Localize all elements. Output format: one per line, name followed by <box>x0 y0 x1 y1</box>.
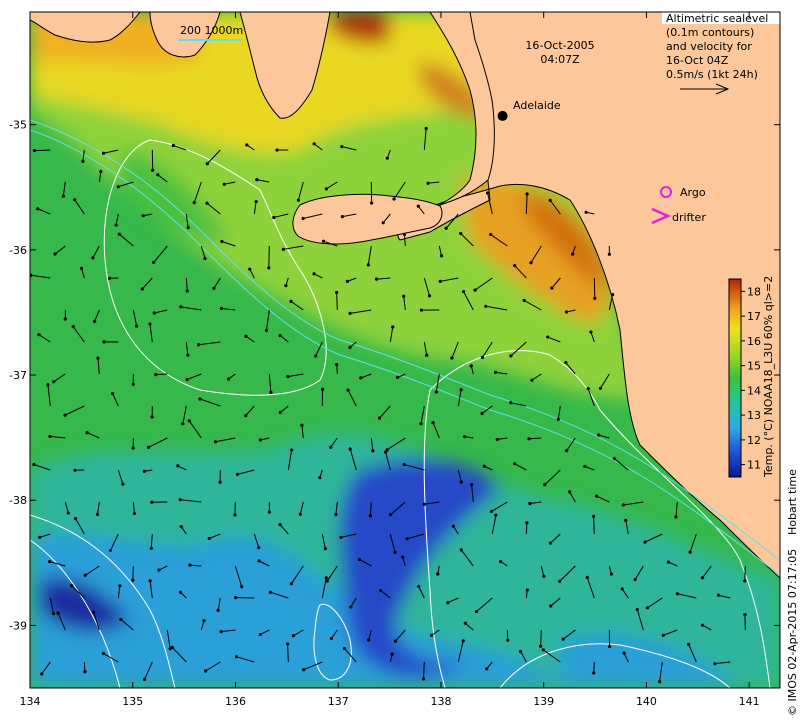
legend-line-2: (0.1m contours) <box>666 26 754 39</box>
argo-label: Argo <box>680 186 706 199</box>
colorbar-gradient <box>728 278 742 478</box>
colorbar-tick-label: 11 <box>747 459 761 472</box>
y-tick-label: -35 <box>9 119 27 132</box>
x-tick-label: 141 <box>739 695 760 708</box>
y-tick-label: -36 <box>9 244 27 257</box>
y-tick-label: -37 <box>9 369 27 382</box>
legend-line-3: and velocity for <box>666 40 752 53</box>
colorbar-tick-label: 14 <box>747 384 761 397</box>
legend-line-5: 0.5m/s (1kt 24h) <box>666 68 758 81</box>
date-label: 16-Oct-2005 <box>525 39 594 52</box>
x-tick-label: 139 <box>533 695 554 708</box>
city-marker <box>497 110 508 121</box>
x-tick-label: 137 <box>328 695 349 708</box>
colorbar-tick-label: 13 <box>747 409 761 422</box>
scale-label: 200 1000m <box>180 24 243 37</box>
credit-text: © IMOS 02-Apr-2015 07:17:05 <box>786 549 799 716</box>
y-tick-label: -39 <box>9 619 27 632</box>
x-tick-label: 134 <box>20 695 41 708</box>
sst-map-figure: 200 1000m 16-Oct-2005 04:07Z Adelaide Al… <box>9 11 799 716</box>
drifter-label: drifter <box>672 211 706 224</box>
colorbar-tick-label: 18 <box>747 285 761 298</box>
x-tick-label: 135 <box>122 695 143 708</box>
colorbar-tick-label: 17 <box>747 310 761 323</box>
x-tick-label: 136 <box>225 695 246 708</box>
time-label: 04:07Z <box>540 53 580 66</box>
sst-field <box>30 12 780 688</box>
x-tick-label: 138 <box>430 695 451 708</box>
colorbar-tick-label: 12 <box>747 434 761 447</box>
legend-line-1: Altimetric sealevel <box>666 12 768 25</box>
y-tick-label: -38 <box>9 494 27 507</box>
footer-text: Hobart time <box>786 469 799 535</box>
colorbar-tick-label: 15 <box>747 360 761 373</box>
x-tick-label: 140 <box>636 695 657 708</box>
colorbar-tick-label: 16 <box>747 335 761 348</box>
colorbar-label: Temp. (°C) NOAA18_L3U 60% ql>=2 <box>762 276 775 478</box>
legend-line-4: 16-Oct 04Z <box>666 54 729 67</box>
city-label: Adelaide <box>513 99 561 112</box>
